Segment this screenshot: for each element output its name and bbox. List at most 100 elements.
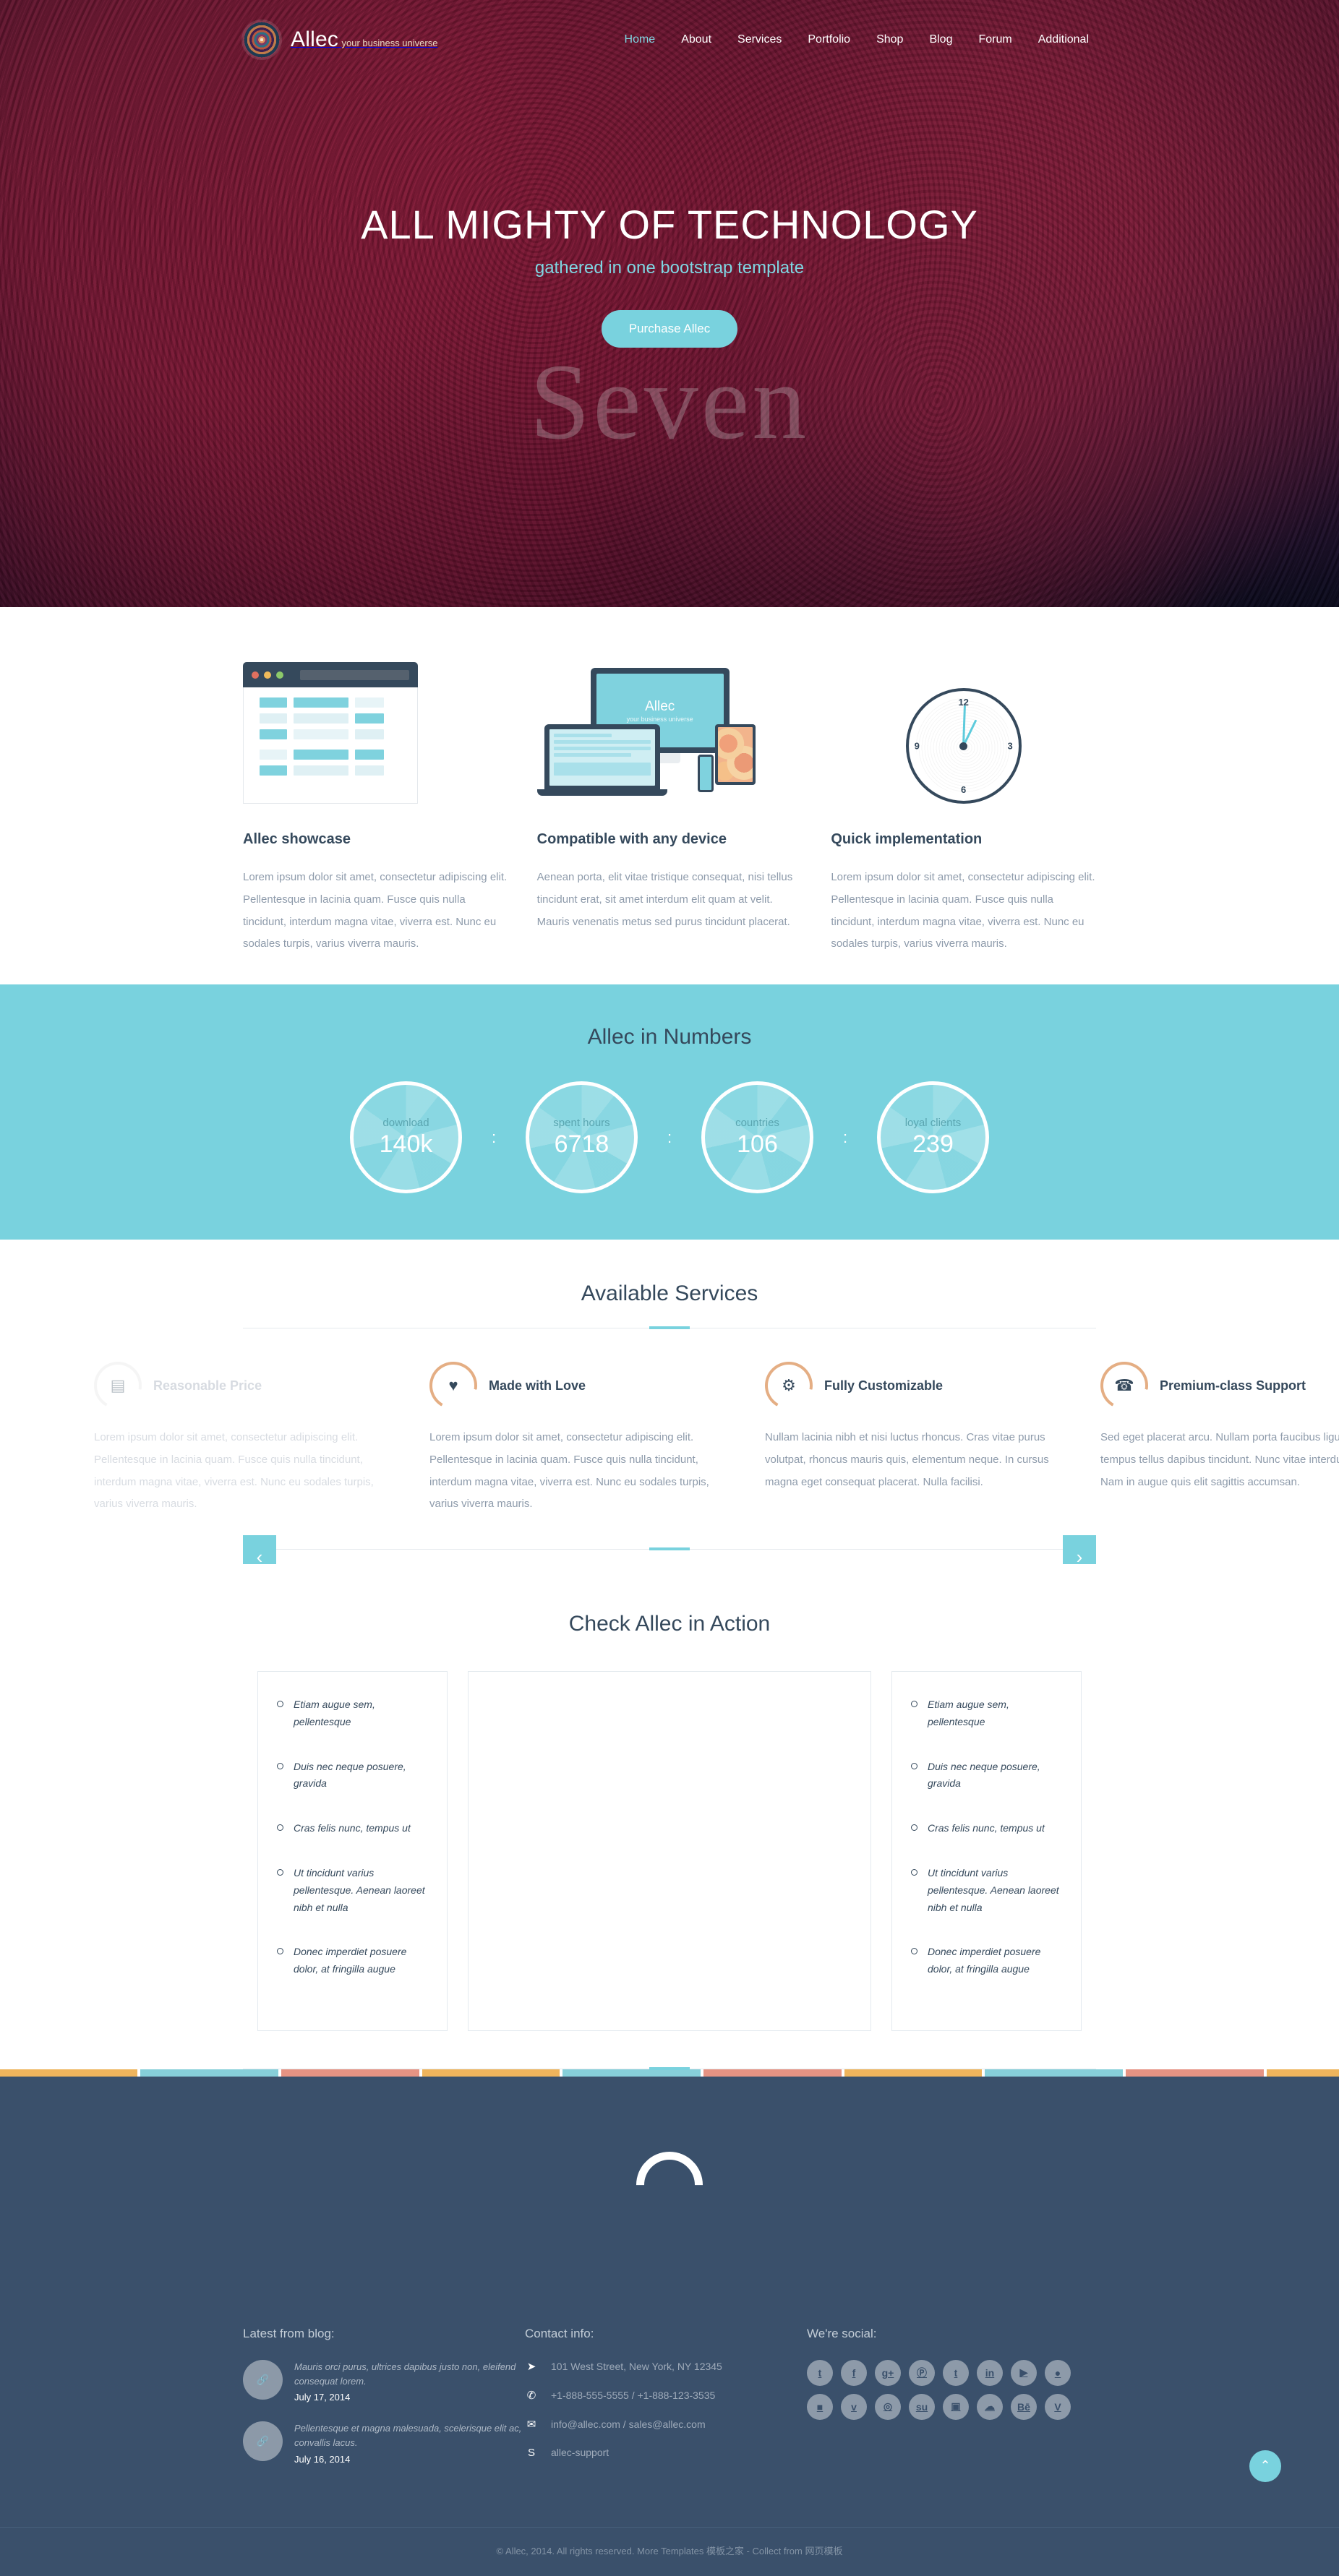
contact-row: ✉ info@allec.com / sales@allec.com xyxy=(525,2418,807,2431)
hero-copy: ALL MIGHTY OF TECHNOLOGY gathered in one… xyxy=(243,201,1096,348)
action-item-text: Cras felis nunc, tempus ut xyxy=(294,1822,411,1834)
back-to-top-button[interactable]: ⌃ xyxy=(1249,2450,1281,2482)
credit-card-icon: ▤ xyxy=(110,1376,126,1394)
action-item-text: Ut tincidunt varius pellentesque. Aenean… xyxy=(928,1866,1059,1913)
tumblr-icon[interactable]: t xyxy=(943,2359,969,2386)
heart-ring: ♥ xyxy=(429,1362,477,1409)
contact-text: 101 West Street, New York, NY 12345 xyxy=(551,2360,722,2372)
service-card: ♥ Made with Love Lorem ipsum dolor sit ame… xyxy=(412,1362,748,1516)
services-next-button[interactable]: › xyxy=(1063,1535,1096,1564)
contact-row: ✆ +1-888-555-5555 / +1-888-123-3535 xyxy=(525,2389,807,2402)
purchase-button[interactable]: Purchase Allec xyxy=(601,310,738,348)
numbers-separator: : xyxy=(842,1128,848,1146)
stumbleupon-icon[interactable]: su xyxy=(909,2393,935,2420)
stat-circle: loyal clients 239 xyxy=(877,1081,989,1193)
devices-illustration: Allec your business universe xyxy=(536,659,803,804)
action-list-left: Etiam augue sem, pellentesque Duis nec ne… xyxy=(257,1671,448,2031)
main-navigation: Home About Services Portfolio Shop Blog Forum A… xyxy=(625,33,1096,46)
services-prev-button[interactable]: ‹ xyxy=(243,1535,276,1564)
action-item-text: Ut tincidunt varius pellentesque. Aenean… xyxy=(294,1866,425,1913)
browser-dot-yellow xyxy=(264,671,271,679)
bullet-icon xyxy=(277,1868,283,1876)
nav-item-home[interactable]: Home xyxy=(625,33,656,46)
blog-post-item[interactable]: Pellentesque et magna malesuada, sceleri… xyxy=(243,2421,525,2465)
bullet-icon xyxy=(911,1868,917,1876)
blog-post-item[interactable]: Mauris orci purus, ultrices dapibus just… xyxy=(243,2359,525,2403)
service-title: Made with Love xyxy=(489,1378,586,1393)
flickr-icon[interactable]: ■ xyxy=(807,2393,833,2420)
feature-text: Aenean porta, elit vitae tristique conse… xyxy=(536,871,793,928)
dribbble-icon[interactable]: ◎ xyxy=(875,2393,901,2420)
nav-item-additional[interactable]: Additional xyxy=(1038,33,1089,46)
service-card: ☎ Premium-class Support Sed eget placerat … xyxy=(1083,1362,1339,1516)
contact-row: ➤ 101 West Street, New York, NY 12345 xyxy=(525,2360,807,2373)
action-item-text: Etiam augue sem, pellentesque xyxy=(928,1699,1009,1727)
stat-label: loyal clients xyxy=(904,1116,962,1129)
bullet-icon xyxy=(277,1824,283,1832)
linkedin-icon[interactable]: in xyxy=(977,2359,1003,2386)
github-icon[interactable]: ● xyxy=(1045,2359,1071,2386)
stat-label: countries xyxy=(735,1116,779,1129)
bullet-icon xyxy=(277,1948,283,1955)
action-section: Check Allec in Action Etiam augue sem, p… xyxy=(0,1564,1339,2070)
numbers-row: download 140k: spent hours 6718: countries 10… xyxy=(243,1081,1096,1193)
browser-illustration xyxy=(243,659,508,804)
action-item-text: Duis nec neque posuere, gravida xyxy=(294,1760,406,1790)
laptop-icon xyxy=(544,724,660,791)
nav-item-forum[interactable]: Forum xyxy=(978,33,1011,46)
instagram-icon[interactable]: ▣ xyxy=(943,2393,969,2420)
services-section: Available Services ▤ Reasonable Price Lore… xyxy=(0,1240,1339,1564)
facebook-icon[interactable]: f xyxy=(841,2359,867,2386)
behance-icon[interactable]: Bē xyxy=(1011,2393,1037,2420)
action-list-right: Etiam augue sem, pellentesque Duis nec ne… xyxy=(891,1671,1082,2031)
service-text: Lorem ipsum dolor sit amet, consectetur … xyxy=(94,1431,374,1511)
nav-item-services[interactable]: Services xyxy=(737,33,782,46)
feature-card: Allec your business universe Compatible … xyxy=(536,659,803,956)
footer-blog-column: Latest from blog: Mauris orci purus, ult… xyxy=(243,2327,525,2483)
location-icon: ➤ xyxy=(526,2360,536,2373)
google-plus-icon[interactable]: g+ xyxy=(875,2359,901,2386)
twitter-icon[interactable]: t xyxy=(807,2359,833,2386)
feature-text: Lorem ipsum dolor sit amet, consectetur … xyxy=(831,871,1095,950)
nav-item-blog[interactable]: Blog xyxy=(929,33,952,46)
contact-row: Sallec-support xyxy=(525,2447,807,2459)
numbers-title: Allec in Numbers xyxy=(587,1025,752,1049)
footer-social-column: We're social: t f g+ Ⓟt in ▶ ● ■ v ◎ su ▣ ☁ Bē V xyxy=(807,2327,1096,2483)
feature-title: Compatible with any device xyxy=(536,831,727,847)
bullet-icon xyxy=(911,1701,917,1707)
action-item-text: Donec imperdiet posuere dolor, at fringi… xyxy=(294,1946,407,1975)
service-title: Fully Customizable xyxy=(824,1378,944,1393)
skype-icon: S xyxy=(527,2446,535,2459)
vimeo-icon[interactable]: v xyxy=(841,2393,867,2420)
browser-dot-red xyxy=(252,671,259,679)
bullet-icon xyxy=(911,1762,917,1769)
contact-text: allec-support xyxy=(551,2447,609,2459)
clock-icon: 12 3 6 9 xyxy=(905,688,1022,804)
footer-social-heading: We're social: xyxy=(807,2326,877,2340)
soundcloud-icon[interactable]: ☁ xyxy=(977,2393,1003,2420)
action-list-item: Duis nec neque posuere, gravida xyxy=(277,1759,428,1793)
footer-contact-heading: Contact info: xyxy=(525,2326,594,2340)
phone-icon: ✆ xyxy=(526,2389,536,2402)
gears-icon: ⚙ xyxy=(782,1376,796,1394)
pinterest-icon[interactable]: Ⓟ xyxy=(909,2359,935,2386)
nav-item-portfolio[interactable]: Portfolio xyxy=(808,33,850,46)
bullet-icon xyxy=(277,1701,283,1707)
features-section: Allec showcase Lorem ipsum dolor sit ame… xyxy=(0,607,1339,984)
footer-blog-heading: Latest from blog: xyxy=(243,2326,335,2340)
vine-icon[interactable]: V xyxy=(1045,2393,1071,2420)
nav-item-shop[interactable]: Shop xyxy=(876,33,903,46)
feature-title: Quick implementation xyxy=(831,831,983,847)
blog-date: July 17, 2014 xyxy=(294,2392,351,2403)
brand-logo[interactable]: Allec your business universe xyxy=(243,21,437,59)
phone-icon xyxy=(697,755,714,792)
feature-card: Allec showcase Lorem ipsum dolor sit ame… xyxy=(243,659,508,956)
youtube-icon[interactable]: ▶ xyxy=(1011,2359,1037,2386)
blog-excerpt: Pellentesque et magna malesuada, sceleri… xyxy=(294,2423,522,2449)
footer-contact-column: Contact info: ➤ 101 West Street, New York… xyxy=(525,2327,807,2483)
action-preview-panel[interactable] xyxy=(468,1671,871,2031)
numbers-separator: : xyxy=(491,1128,497,1146)
credit-card-ring: ▤ xyxy=(94,1362,142,1409)
hero-section: Seven Allec your business universe Home A… xyxy=(0,0,1339,607)
nav-item-about[interactable]: About xyxy=(681,33,711,46)
